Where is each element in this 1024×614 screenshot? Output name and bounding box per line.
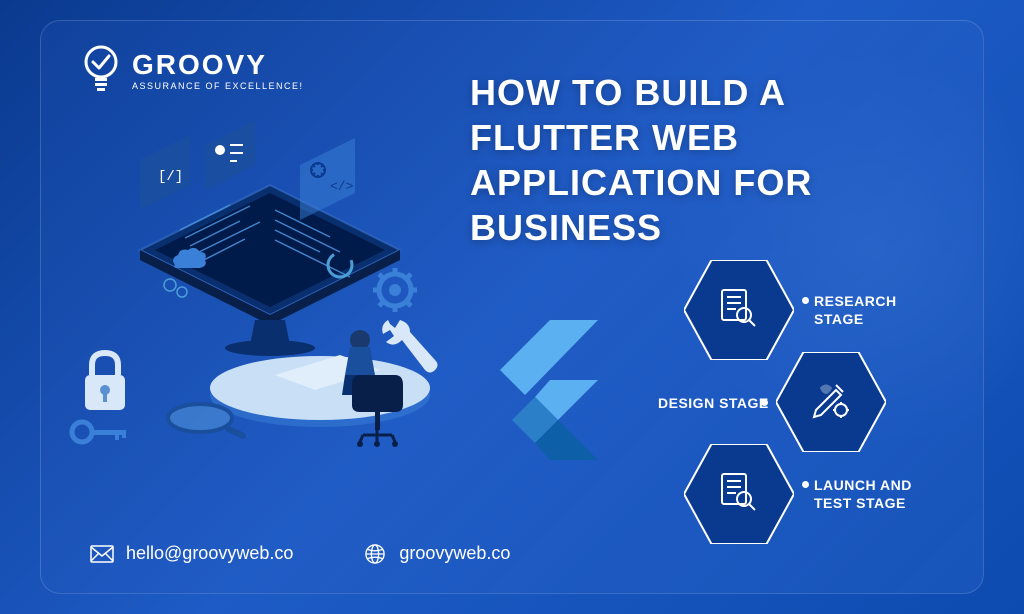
- bullet-dot: [802, 297, 809, 304]
- svg-text:</>: </>: [330, 179, 354, 194]
- globe-icon: [363, 544, 387, 564]
- flutter-logo-icon: [480, 320, 600, 470]
- hex-label-launch: LAUNCH AND TEST STAGE: [814, 476, 934, 512]
- hex-design: DESIGN STAGE: [776, 352, 886, 452]
- developer-illustration: [/] </>: [60, 120, 450, 460]
- hex-research: RESEARCH STAGE: [684, 260, 794, 360]
- stages-hexagons: RESEARCH STAGE DESIGN STAGE: [644, 260, 964, 580]
- svg-text:[/]: [/]: [158, 169, 183, 185]
- logo-text-group: GROOVY ASSURANCE OF EXCELLENCE!: [132, 49, 304, 91]
- hex-label-research: RESEARCH STAGE: [814, 292, 914, 328]
- mail-icon: [90, 544, 114, 564]
- email-text: hello@groovyweb.co: [126, 543, 293, 564]
- contact-website: groovyweb.co: [363, 543, 510, 564]
- main-title: HOW TO BUILD A FLUTTER WEB APPLICATION F…: [470, 70, 964, 250]
- logo: GROOVY ASSURANCE OF EXCELLENCE!: [80, 45, 304, 95]
- bullet-dot: [802, 481, 809, 488]
- contact-row: hello@groovyweb.co groovyweb.co: [90, 543, 510, 564]
- contact-email: hello@groovyweb.co: [90, 543, 293, 564]
- logo-name: GROOVY: [132, 49, 304, 81]
- hex-label-design: DESIGN STAGE: [658, 394, 769, 412]
- logo-tagline: ASSURANCE OF EXCELLENCE!: [132, 81, 304, 91]
- bulb-icon: [80, 45, 122, 95]
- website-text: groovyweb.co: [399, 543, 510, 564]
- hex-launch: LAUNCH AND TEST STAGE: [684, 444, 794, 544]
